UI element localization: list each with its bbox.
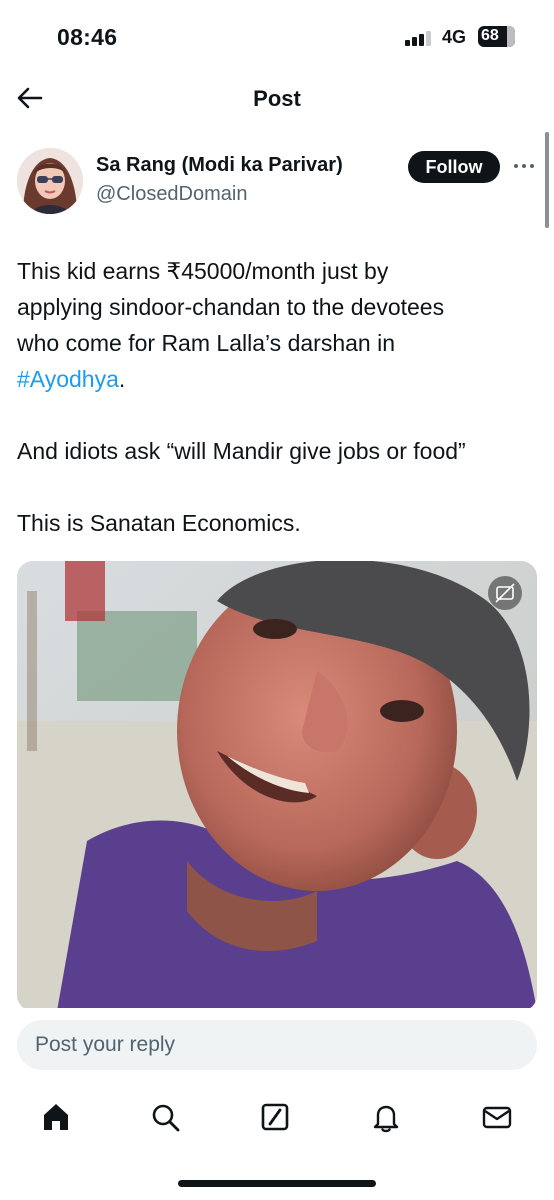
avatar[interactable] — [17, 148, 83, 214]
battery-percent: 68 — [481, 27, 499, 44]
post-body: This kid earns ₹45000/month just by appl… — [17, 253, 537, 541]
home-indicator[interactable] — [178, 1180, 376, 1187]
author-handle[interactable]: @ClosedDomain — [96, 183, 247, 206]
post-header: Post — [0, 70, 554, 128]
reply-input[interactable] — [17, 1020, 537, 1070]
network-type: 4G — [442, 27, 467, 47]
bottom-nav — [0, 1090, 554, 1150]
reply-bar — [0, 1008, 554, 1088]
follow-button[interactable]: Follow — [408, 151, 500, 183]
search-icon[interactable] — [148, 1100, 182, 1134]
status-bar: 08:46 4G 68 — [0, 0, 554, 70]
post-text-paragraph: And idiots ask “will Mandir give jobs or… — [17, 438, 466, 464]
cellular-signal-icon — [405, 30, 433, 46]
grok-icon[interactable] — [258, 1100, 292, 1134]
notifications-bell-icon[interactable] — [369, 1100, 403, 1134]
page-title: Post — [253, 86, 301, 111]
captions-off-icon[interactable] — [488, 576, 522, 610]
post-text-line: who come for Ram Lalla’s darshan in — [17, 330, 395, 356]
home-icon[interactable] — [39, 1100, 73, 1134]
post-text-line: #Ayodhya. — [17, 361, 537, 397]
hashtag-link[interactable]: #Ayodhya — [17, 366, 119, 392]
author-name[interactable]: Sa Rang (Modi ka Parivar) — [96, 154, 343, 177]
more-dots-icon[interactable] — [512, 158, 536, 174]
messages-mail-icon[interactable] — [480, 1100, 514, 1134]
post-video[interactable] — [17, 561, 537, 1011]
hashtag-suffix: . — [118, 366, 126, 392]
post-text-paragraph: This is Sanatan Economics. — [17, 510, 301, 536]
status-time: 08:46 — [57, 24, 118, 50]
scrollbar-thumb[interactable] — [545, 132, 549, 228]
post-text-line: This kid earns ₹45000/month just by — [17, 258, 389, 284]
battery-icon: 68 — [478, 26, 515, 47]
post-text-line: applying sindoor-chandan to the devotees — [17, 294, 445, 320]
